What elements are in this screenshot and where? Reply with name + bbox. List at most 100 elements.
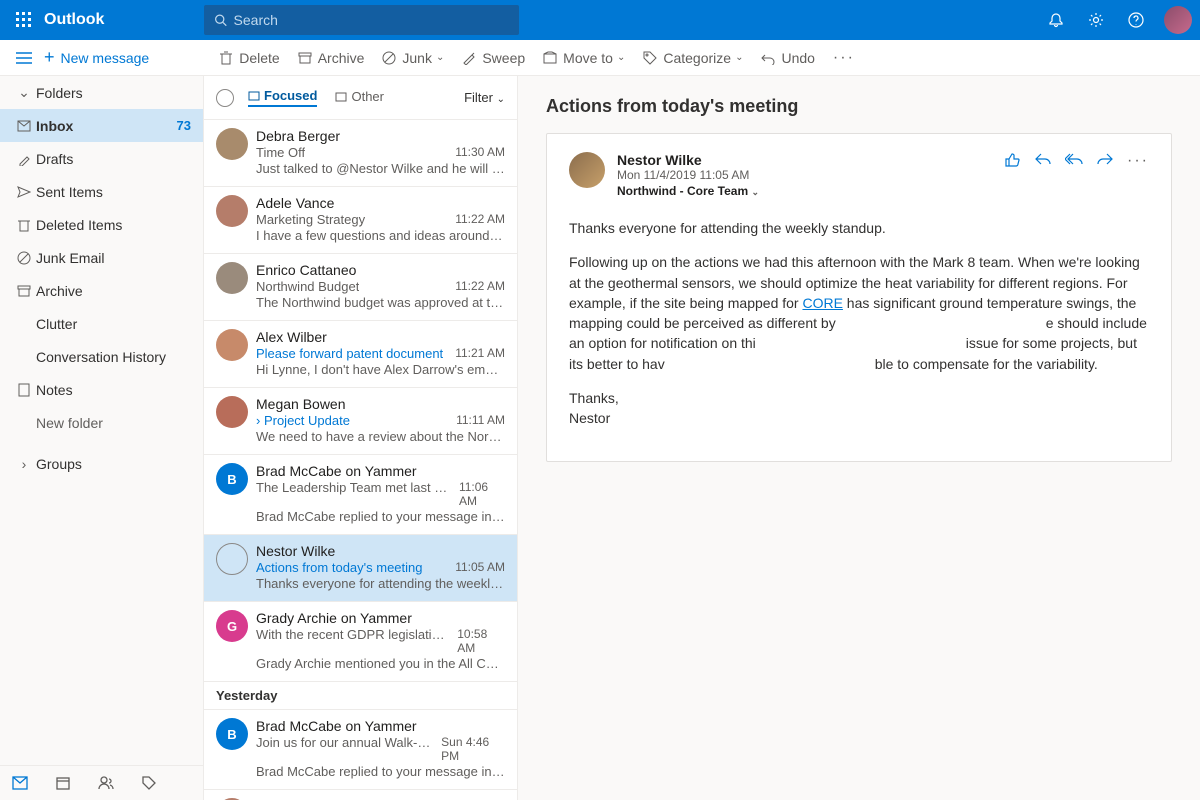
item-from: Alex Wilber [256, 329, 327, 345]
item-subject: Join us for our annual Walk-a-th... [256, 735, 435, 763]
sender-date: Mon 11/4/2019 11:05 AM [617, 168, 1005, 182]
message-item[interactable]: Enrico Cattaneo Northwind Budget 11:22 AM… [204, 254, 517, 321]
user-avatar[interactable] [1164, 6, 1192, 34]
help-icon[interactable] [1120, 4, 1152, 36]
brand-label: Outlook [44, 11, 104, 29]
delete-button[interactable]: Delete [219, 50, 279, 66]
groups-header[interactable]: ›Groups [0, 447, 203, 480]
new-message-button[interactable]: +New message [44, 47, 149, 68]
item-time: 11:11 AM [456, 413, 505, 428]
item-subject: Time Off [256, 145, 305, 160]
filter-button[interactable]: Filter ⌄ [464, 90, 505, 105]
nav-inbox[interactable]: Inbox73 [0, 109, 203, 142]
nav-new-folder[interactable]: New folder [0, 406, 203, 439]
sender-avatar [216, 128, 248, 160]
tab-focused[interactable]: Focused [248, 88, 317, 107]
settings-icon[interactable] [1080, 4, 1112, 36]
mail-icon[interactable] [12, 776, 28, 790]
tab-other[interactable]: Other [335, 88, 384, 107]
item-subject: Northwind Budget [256, 279, 359, 294]
nav-convo[interactable]: Conversation History [0, 340, 203, 373]
sender-name: Nestor Wilke [617, 152, 1005, 168]
item-from: Megan Bowen [256, 396, 346, 412]
sender-avatar: B [216, 463, 248, 495]
item-preview: I have a few questions and ideas around … [256, 228, 505, 243]
select-all-circle[interactable] [216, 89, 234, 107]
item-preview: Thanks everyone for attending the weekly… [256, 576, 505, 591]
top-bar: Outlook [0, 0, 1200, 40]
item-preview: The Northwind budget was approved at tod… [256, 295, 505, 310]
message-item[interactable]: G Grady Archie on Yammer With the recent… [204, 602, 517, 682]
message-item[interactable]: Adele Vance Expense ReportSun 3:46 PM [204, 790, 517, 800]
message-item[interactable]: Alex Wilber Please forward patent docume… [204, 321, 517, 388]
item-from: Adele Vance [256, 195, 334, 211]
reply-all-icon[interactable] [1065, 152, 1083, 170]
more-button[interactable]: ··· [833, 49, 855, 67]
item-from: Enrico Cattaneo [256, 262, 356, 278]
sender-avatar [216, 329, 248, 361]
select-circle[interactable] [216, 543, 248, 575]
item-from: Debra Berger [256, 128, 340, 144]
message-item[interactable]: Debra Berger Time Off11:30 AM Just talke… [204, 120, 517, 187]
message-more-icon[interactable]: ··· [1127, 152, 1149, 170]
nav-drafts[interactable]: Drafts [0, 142, 203, 175]
item-time: Sun 4:46 PM [441, 735, 505, 763]
move-to-button[interactable]: Move to⌄ [543, 50, 625, 66]
inbox-count: 73 [177, 118, 191, 133]
nav-archive[interactable]: Archive [0, 274, 203, 307]
message-item[interactable]: Nestor Wilke Actions from today's meetin… [204, 535, 517, 602]
nav-deleted[interactable]: Deleted Items [0, 208, 203, 241]
item-preview: Brad McCabe replied to your message in t… [256, 764, 505, 779]
item-from: Brad McCabe on Yammer [256, 718, 417, 734]
search-box[interactable] [204, 5, 519, 35]
notifications-icon[interactable] [1040, 4, 1072, 36]
archive-button[interactable]: Archive [298, 50, 365, 66]
sender-avatar [569, 152, 605, 188]
sender-to[interactable]: Northwind - Core Team ⌄ [617, 184, 1005, 198]
nav-junk[interactable]: Junk Email [0, 241, 203, 274]
folders-header[interactable]: ⌄Folders [0, 76, 203, 109]
message-item[interactable]: Adele Vance Marketing Strategy 11:22 AM I… [204, 187, 517, 254]
item-time: 11:21 AM [455, 346, 505, 361]
item-from: Nestor Wilke [256, 543, 335, 559]
calendar-icon[interactable] [56, 776, 70, 790]
sender-avatar [216, 396, 248, 428]
item-preview: Grady Archie mentioned you in the All Co… [256, 656, 505, 671]
app-launcher-icon[interactable] [8, 4, 40, 36]
categorize-button[interactable]: Categorize⌄ [643, 50, 743, 66]
item-subject: The Leadership Team met last wee... [256, 480, 453, 508]
search-input[interactable] [234, 12, 510, 28]
nav-sent[interactable]: Sent Items [0, 175, 203, 208]
new-message-label: New message [61, 50, 150, 66]
message-subject: Actions from today's meeting [546, 96, 1172, 117]
command-bar: +New message Delete Archive Junk⌄ Sweep … [0, 40, 1200, 76]
message-item[interactable]: B Brad McCabe on Yammer The Leadership T… [204, 455, 517, 535]
sweep-button[interactable]: Sweep [462, 50, 525, 66]
hamburger-icon[interactable] [8, 52, 40, 64]
item-preview: Brad McCabe replied to your message in t… [256, 509, 505, 524]
message-item[interactable]: Megan Bowen › Project Update11:11 AM We … [204, 388, 517, 455]
nav-clutter[interactable]: Clutter [0, 307, 203, 340]
like-icon[interactable] [1005, 152, 1021, 170]
message-body: Thanks everyone for attending the weekly… [569, 218, 1149, 429]
junk-button[interactable]: Junk⌄ [382, 50, 444, 66]
item-time: 10:58 AM [457, 627, 505, 655]
item-subject: › Project Update [256, 413, 350, 428]
core-link[interactable]: CORE [802, 295, 842, 311]
tasks-icon[interactable] [142, 776, 156, 790]
message-item[interactable]: B Brad McCabe on Yammer Join us for our … [204, 710, 517, 790]
reply-icon[interactable] [1035, 152, 1051, 170]
nav-notes[interactable]: Notes [0, 373, 203, 406]
search-icon [214, 13, 227, 27]
item-preview: Just talked to @Nestor Wilke and he will… [256, 161, 505, 176]
item-time: 11:22 AM [455, 212, 505, 227]
item-time: 11:22 AM [455, 279, 505, 294]
people-icon[interactable] [98, 776, 114, 790]
forward-icon[interactable] [1097, 152, 1113, 170]
item-time: 11:05 AM [455, 560, 505, 575]
folder-nav: ⌄Folders Inbox73 Drafts Sent Items Delet… [0, 76, 203, 800]
date-header: Yesterday [204, 682, 517, 710]
undo-button[interactable]: Undo [761, 50, 814, 66]
item-subject: Marketing Strategy [256, 212, 365, 227]
sender-avatar [216, 262, 248, 294]
